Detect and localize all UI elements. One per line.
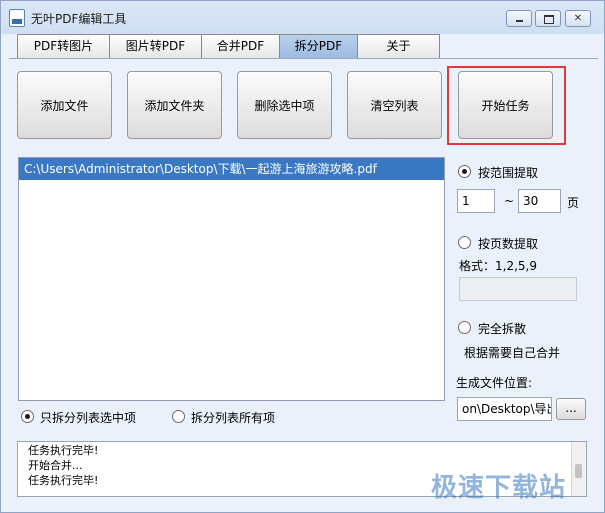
add-folder-button[interactable]: 添加文件夹 (127, 71, 222, 139)
range-to-input[interactable]: 30 (518, 189, 561, 213)
split-all-label: 完全拆散 (478, 322, 527, 336)
list-item[interactable]: C:\Users\Administrator\Desktop\下载\一起游上海旅… (19, 158, 444, 180)
page-unit-label: 页 (567, 196, 580, 210)
log-scrollbar[interactable] (571, 442, 586, 496)
all-items-label: 拆分列表所有项 (191, 411, 276, 425)
browse-button[interactable]: ... (556, 398, 586, 420)
output-location-label: 生成文件位置: (456, 376, 533, 390)
watermark-logo: 极速下载站 (431, 473, 567, 503)
selected-only-label: 只拆分列表选中项 (40, 411, 137, 425)
clear-list-button[interactable]: 清空列表 (347, 71, 442, 139)
all-items-radio[interactable] (172, 410, 185, 423)
split-all-radio[interactable] (458, 321, 471, 334)
pdf-app-icon (9, 9, 25, 27)
format-hint: 格式：1,2,5,9 (459, 259, 537, 273)
tab-merge-pdf[interactable]: 合并PDF (201, 34, 280, 58)
start-task-button[interactable]: 开始任务 (458, 71, 553, 139)
page-extract-radio[interactable] (458, 236, 471, 249)
title-bar: 无叶PDF编辑工具 ✕ (1, 1, 604, 34)
range-extract-radio[interactable] (458, 165, 471, 178)
file-list[interactable]: C:\Users\Administrator\Desktop\下载\一起游上海旅… (18, 157, 445, 401)
tab-about[interactable]: 关于 (357, 34, 440, 58)
log-line: 任务执行完毕! (28, 444, 99, 457)
tab-image-to-pdf[interactable]: 图片转PDF (109, 34, 202, 58)
range-from-input[interactable]: 1 (457, 189, 495, 213)
range-separator: ~ (504, 194, 515, 208)
minimize-button[interactable] (506, 10, 532, 27)
tab-split-pdf[interactable]: 拆分PDF (279, 34, 358, 58)
maximize-button[interactable] (535, 10, 561, 27)
output-path-input[interactable]: on\Desktop\导出 (457, 397, 552, 421)
app-window: 无叶PDF编辑工具 ✕ PDF转图片 图片转PDF 合并PDF 拆分PDF 关于… (0, 0, 605, 513)
merge-hint-text: 根据需要自己合并 (464, 346, 561, 360)
close-button[interactable]: ✕ (565, 10, 591, 27)
pages-input[interactable] (459, 277, 577, 301)
selected-only-radio[interactable] (21, 410, 34, 423)
window-title: 无叶PDF编辑工具 (31, 12, 127, 26)
add-file-button[interactable]: 添加文件 (17, 71, 112, 139)
delete-selected-button[interactable]: 删除选中项 (237, 71, 332, 139)
range-extract-label: 按范围提取 (478, 166, 539, 180)
tab-pdf-to-image[interactable]: PDF转图片 (17, 34, 110, 58)
tab-bar: PDF转图片 图片转PDF 合并PDF 拆分PDF 关于 (17, 34, 440, 59)
page-extract-label: 按页数提取 (478, 237, 539, 251)
